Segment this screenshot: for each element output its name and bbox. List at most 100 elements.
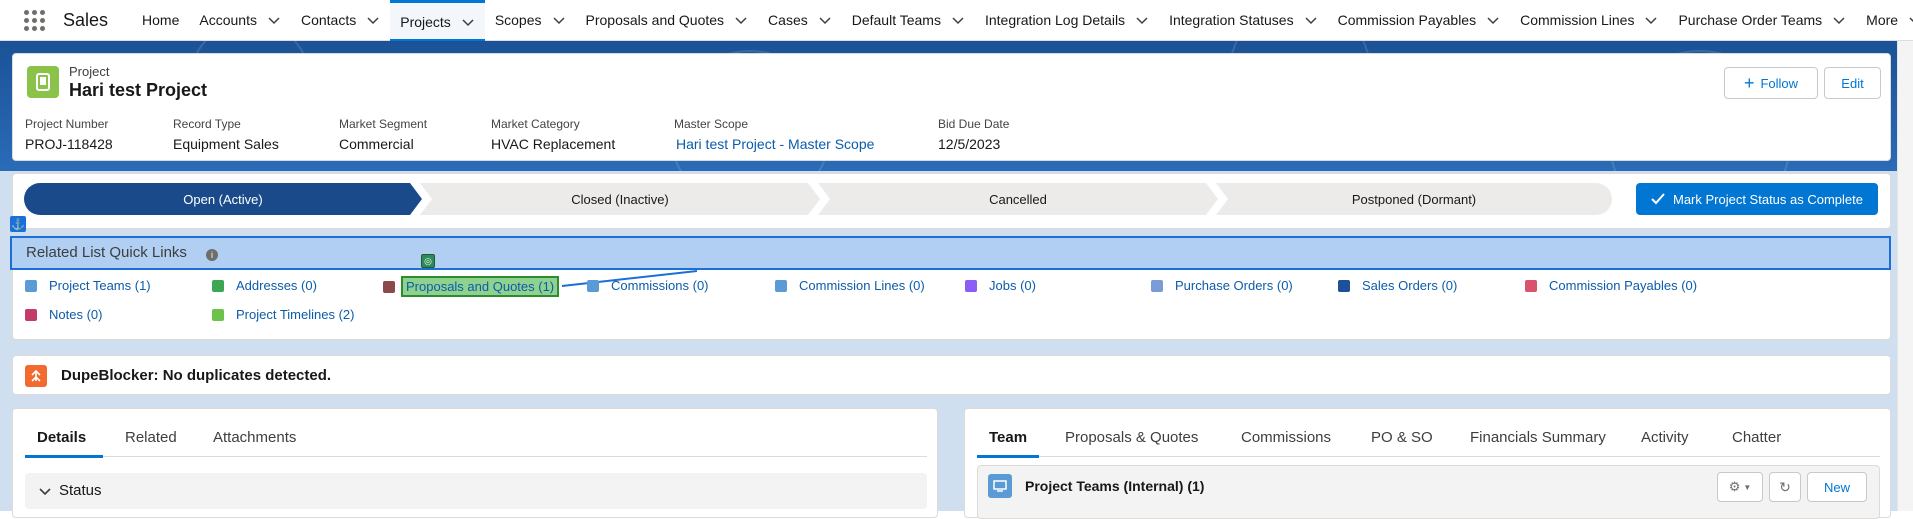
- quick-link-label: Project Timelines (2): [236, 307, 355, 322]
- nav-item-label: Cases: [768, 12, 808, 28]
- quick-link-proposals-and-quotes[interactable]: Proposals and Quotes (1): [383, 276, 560, 297]
- nav-item-proposals-and-quotes[interactable]: Proposals and Quotes: [576, 0, 759, 41]
- chevron-down-icon[interactable]: [1135, 13, 1149, 27]
- dupeblocker-banner: DupeBlocker: No duplicates detected.: [12, 355, 1891, 395]
- quick-links-header: Related List Quick Links i: [10, 236, 1891, 270]
- field-market-segment: Market Segment Commercial: [339, 117, 427, 152]
- info-icon[interactable]: i: [206, 249, 218, 261]
- quick-link-icon: [775, 279, 787, 292]
- tab-po-so[interactable]: PO & SO: [1371, 429, 1433, 446]
- refresh-button[interactable]: ↻: [1769, 472, 1801, 502]
- nav-items: Home Accounts Contacts Projects Scopes Propos…: [132, 0, 1913, 42]
- edit-button[interactable]: Edit: [1824, 67, 1881, 99]
- field-value: Equipment Sales: [173, 136, 279, 152]
- chevron-down-icon[interactable]: [1832, 13, 1846, 27]
- quick-link-purchase-orders[interactable]: Purchase Orders (0): [1151, 278, 1293, 293]
- nav-item-purchase-order-teams[interactable]: Purchase Order Teams: [1668, 0, 1856, 41]
- master-scope-link[interactable]: Hari test Project - Master Scope: [676, 136, 874, 152]
- tab-related[interactable]: Related: [125, 429, 177, 446]
- nav-item-default-teams[interactable]: Default Teams: [842, 0, 975, 41]
- path-stage-open[interactable]: Open (Active): [24, 183, 422, 215]
- nav-item-label: Scopes: [494, 12, 542, 28]
- nav-item-label: Integration Log Details: [984, 12, 1126, 28]
- nav-item-more[interactable]: More: [1856, 0, 1913, 41]
- settings-dropdown-button[interactable]: ⚙ ▼: [1717, 472, 1763, 502]
- edit-label: Edit: [1841, 75, 1864, 91]
- field-master-scope: Master Scope Hari test Project - Master …: [674, 117, 874, 152]
- tab-proposals-quotes[interactable]: Proposals & Quotes: [1065, 429, 1198, 446]
- nav-item-label: Commission Payables: [1337, 12, 1477, 28]
- new-button[interactable]: New: [1807, 472, 1867, 502]
- nav-item-projects[interactable]: Projects: [390, 0, 485, 42]
- nav-item-integration-log-details[interactable]: Integration Log Details: [975, 0, 1159, 41]
- caret-down-icon: ▼: [1743, 482, 1752, 492]
- status-section-header[interactable]: Status: [25, 473, 927, 509]
- project-icon: [27, 66, 59, 98]
- nav-item-cases[interactable]: Cases: [758, 0, 842, 41]
- chevron-down-icon[interactable]: [1486, 13, 1500, 27]
- tab-chatter[interactable]: Chatter: [1732, 429, 1781, 446]
- quick-link-commission-payables[interactable]: Commission Payables (0): [1525, 278, 1697, 293]
- nav-item-commission-lines[interactable]: Commission Lines: [1510, 0, 1668, 41]
- nav-item-home[interactable]: Home: [132, 0, 189, 41]
- nav-item-commission-payables[interactable]: Commission Payables: [1328, 0, 1511, 41]
- quick-link-addresses[interactable]: Addresses (0): [212, 278, 317, 293]
- nav-item-scopes[interactable]: Scopes: [485, 0, 576, 41]
- quick-link-icon: [965, 279, 977, 292]
- app-launcher-icon[interactable]: [24, 8, 45, 32]
- tab-commissions[interactable]: Commissions: [1241, 429, 1331, 446]
- quick-link-icon: [1151, 279, 1163, 292]
- record-header: Project Hari test Project + Follow Edit …: [12, 53, 1891, 161]
- quick-link-notes[interactable]: Notes (0): [25, 307, 102, 322]
- field-value: Commercial: [339, 136, 414, 152]
- chevron-down-icon[interactable]: [461, 15, 475, 29]
- chevron-down-icon[interactable]: [734, 13, 748, 27]
- quick-link-icon: [212, 308, 224, 321]
- follow-button[interactable]: + Follow: [1724, 67, 1818, 99]
- quick-link-label: Commission Payables (0): [1549, 278, 1698, 293]
- nav-item-accounts[interactable]: Accounts: [189, 0, 291, 41]
- tab-team[interactable]: Team: [989, 429, 1027, 446]
- chevron-down-icon[interactable]: [366, 13, 380, 27]
- chevron-down-icon[interactable]: [1304, 13, 1318, 27]
- mark-status-complete-button[interactable]: Mark Project Status as Complete: [1636, 183, 1878, 215]
- quick-link-icon: [1525, 279, 1537, 292]
- chevron-down-icon[interactable]: [818, 13, 832, 27]
- mark-status-complete-label: Mark Project Status as Complete: [1672, 191, 1864, 207]
- quick-link-commission-lines[interactable]: Commission Lines (0): [775, 278, 925, 293]
- chevron-down-icon[interactable]: [951, 13, 965, 27]
- path-stage-cancelled[interactable]: Cancelled: [818, 183, 1218, 215]
- path-stage-postponed[interactable]: Postponed (Dormant): [1216, 183, 1612, 215]
- chevron-down-icon[interactable]: [1908, 13, 1913, 27]
- nav-item-label: Contacts: [300, 12, 357, 28]
- tab-activity[interactable]: Activity: [1641, 429, 1689, 446]
- nav-item-contacts[interactable]: Contacts: [291, 0, 390, 41]
- new-label: New: [1823, 479, 1850, 495]
- tab-attachments[interactable]: Attachments: [213, 429, 296, 446]
- project-teams-title[interactable]: Project Teams (Internal) (1): [1025, 478, 1204, 494]
- field-market-category: Market Category HVAC Replacement: [491, 117, 615, 152]
- quick-link-project-teams[interactable]: Project Teams (1): [25, 278, 151, 293]
- quick-link-jobs[interactable]: Jobs (0): [965, 278, 1036, 293]
- chevron-down-icon[interactable]: [1644, 13, 1658, 27]
- tab-details[interactable]: Details: [37, 429, 86, 446]
- quick-link-sales-orders[interactable]: Sales Orders (0): [1338, 278, 1457, 293]
- quick-link-project-timelines[interactable]: Project Timelines (2): [212, 307, 354, 322]
- path-stage-closed[interactable]: Closed (Inactive): [420, 183, 820, 215]
- chevron-down-icon[interactable]: [552, 13, 566, 27]
- chevron-down-icon[interactable]: [267, 13, 281, 27]
- field-label: Master Scope: [674, 117, 749, 131]
- path-stage-label: Closed (Inactive): [571, 191, 669, 207]
- path-stage-label: Cancelled: [989, 191, 1047, 207]
- nav-item-label: Proposals and Quotes: [585, 12, 725, 28]
- record-title: Hari test Project: [69, 80, 208, 100]
- nav-item-integration-statuses[interactable]: Integration Statuses: [1159, 0, 1328, 41]
- tab-financials-summary[interactable]: Financials Summary: [1470, 429, 1606, 446]
- global-navigation: Sales Home Accounts Contacts Projects Scopes…: [0, 0, 1913, 42]
- field-value: PROJ-118428: [25, 136, 113, 152]
- quick-link-commissions[interactable]: Commissions (0): [587, 278, 709, 293]
- nav-item-label: Home: [142, 12, 180, 28]
- status-section-label: Status: [59, 482, 102, 499]
- page-scrollbar[interactable]: [1897, 41, 1913, 511]
- target-marker-icon: ◎: [421, 254, 435, 268]
